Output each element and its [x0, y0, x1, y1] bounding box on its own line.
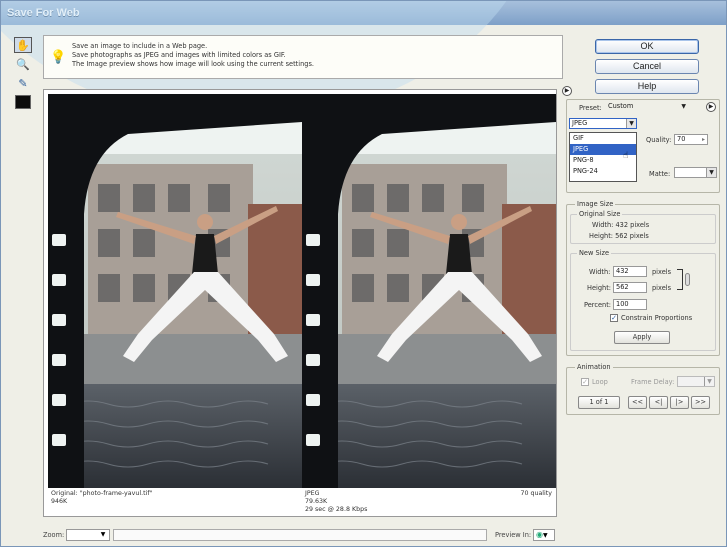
quality-label: Quality: — [646, 136, 672, 144]
lightbulb-icon: 💡 — [50, 50, 67, 65]
loop-label: Loop — [592, 378, 608, 386]
quality-field[interactable]: 70 ▸ — [674, 134, 708, 145]
format-option-gif[interactable]: GIF — [570, 133, 636, 144]
chevron-down-icon: ▼ — [542, 532, 548, 539]
new-size-label: New Size — [577, 249, 612, 257]
constrain-checkbox[interactable]: ✓ — [610, 314, 618, 322]
mouse-cursor-icon: ☝ — [623, 151, 629, 161]
original-caption: Original: "photo-frame-yavul.tif" 946K — [48, 489, 302, 515]
info-panel: 💡 Save an image to include in a Web page… — [43, 35, 563, 79]
info-line-2: Save photographs as JPEG and images with… — [72, 51, 286, 59]
width-unit: pixels — [652, 268, 672, 276]
apply-button[interactable]: Apply — [614, 331, 670, 344]
optimized-quality: 70 quality — [520, 490, 552, 497]
constrain-label: Constrain Proportions — [621, 314, 693, 322]
optimized-format: JPEG — [305, 490, 320, 497]
cancel-button[interactable]: Cancel — [595, 59, 699, 74]
bottom-bar: Zoom: ▼ Preview In: ◉▼ — [43, 528, 557, 542]
chevron-down-icon: ▼ — [100, 531, 106, 538]
format-value: JPEG — [572, 119, 588, 127]
loop-checkbox[interactable]: ✓ — [581, 378, 589, 386]
browser-globe-icon: ◉ — [536, 530, 543, 539]
zoom-label: Zoom: — [43, 531, 65, 539]
next-frame-button[interactable]: |> — [670, 396, 689, 409]
eyedropper-tool-icon[interactable]: ✎ — [14, 75, 32, 91]
preset-menu-arrow-icon[interactable]: ▶ — [706, 102, 716, 112]
original-preview-pane[interactable] — [48, 94, 302, 488]
height-label: Height: — [587, 284, 612, 292]
browser-select[interactable]: ◉▼ — [533, 529, 555, 541]
optimized-caption: JPEG 79.63K 29 sec @ 28.8 Kbps 70 qualit… — [302, 489, 556, 515]
chevron-down-icon: ▼ — [681, 103, 686, 110]
matte-select[interactable]: ▼ — [674, 167, 717, 178]
frame-delay-select[interactable]: ▼ — [677, 376, 715, 387]
previous-frame-button[interactable]: <| — [649, 396, 668, 409]
percent-input[interactable]: 100 — [613, 299, 647, 310]
original-size-label: Original Size — [577, 210, 623, 218]
optimized-preview-pane[interactable] — [302, 94, 556, 488]
chevron-down-icon: ▼ — [626, 119, 636, 128]
info-line-3: The Image preview shows how image will l… — [72, 60, 314, 68]
optimized-size: 79.63K — [305, 498, 328, 505]
constrain-bracket — [677, 269, 683, 290]
preview-in-label: Preview In: — [495, 531, 532, 539]
height-input[interactable]: 562 — [613, 282, 647, 293]
preset-select[interactable]: Custom ▼ — [606, 102, 686, 113]
status-field — [113, 529, 487, 541]
chevron-down-icon: ▼ — [706, 168, 716, 177]
percent-label: Percent: — [584, 301, 612, 309]
zoom-select[interactable]: ▼ — [66, 529, 110, 541]
preset-value: Custom — [608, 102, 634, 110]
frame-delay-label: Frame Delay: — [631, 378, 675, 386]
save-for-web-window: Save For Web ✋ 🔍 ✎ 💡 Save an image to in… — [0, 0, 727, 547]
matte-label: Matte: — [649, 170, 671, 178]
info-line-1: Save an image to include in a Web page. — [72, 42, 208, 50]
zoom-tool-icon[interactable]: 🔍 — [14, 56, 32, 72]
eyedropper-color-swatch[interactable] — [15, 95, 31, 109]
optimized-photo — [302, 94, 556, 488]
ok-button[interactable]: OK — [595, 39, 699, 54]
image-size-label: Image Size — [575, 200, 616, 208]
animation-label: Animation — [575, 363, 613, 371]
original-height-text: Height: 562 pixels — [589, 232, 649, 240]
format-select[interactable]: JPEG ▼ — [569, 118, 637, 129]
title-bar: Save For Web — [1, 1, 726, 25]
chain-link-icon — [685, 273, 690, 286]
toolbox: ✋ 🔍 ✎ — [14, 37, 34, 109]
slider-arrow-icon[interactable]: ▸ — [702, 135, 705, 144]
width-label: Width: — [589, 268, 611, 276]
preset-label: Preset: — [579, 104, 602, 112]
width-input[interactable]: 432 — [613, 266, 647, 277]
original-filename: Original: "photo-frame-yavul.tif" — [51, 490, 153, 497]
height-unit: pixels — [652, 284, 672, 292]
first-frame-button[interactable]: << — [628, 396, 647, 409]
preview-area: Original: "photo-frame-yavul.tif" 946K J… — [43, 89, 557, 517]
arrow-right-icon[interactable]: ▶ — [562, 86, 572, 96]
hand-tool-icon[interactable]: ✋ — [14, 37, 32, 53]
original-size: 946K — [51, 498, 68, 505]
quality-value: 70 — [677, 135, 686, 143]
help-button[interactable]: Help — [595, 79, 699, 94]
format-option-png24[interactable]: PNG-24 — [570, 166, 636, 177]
frame-counter: 1 of 1 — [578, 396, 620, 409]
original-photo — [48, 94, 302, 488]
window-title: Save For Web — [7, 7, 80, 19]
original-width-text: Width: 432 pixels — [592, 221, 650, 229]
chevron-down-icon: ▼ — [704, 377, 714, 386]
last-frame-button[interactable]: >> — [691, 396, 710, 409]
optimized-download-time: 29 sec @ 28.8 Kbps — [305, 506, 368, 513]
